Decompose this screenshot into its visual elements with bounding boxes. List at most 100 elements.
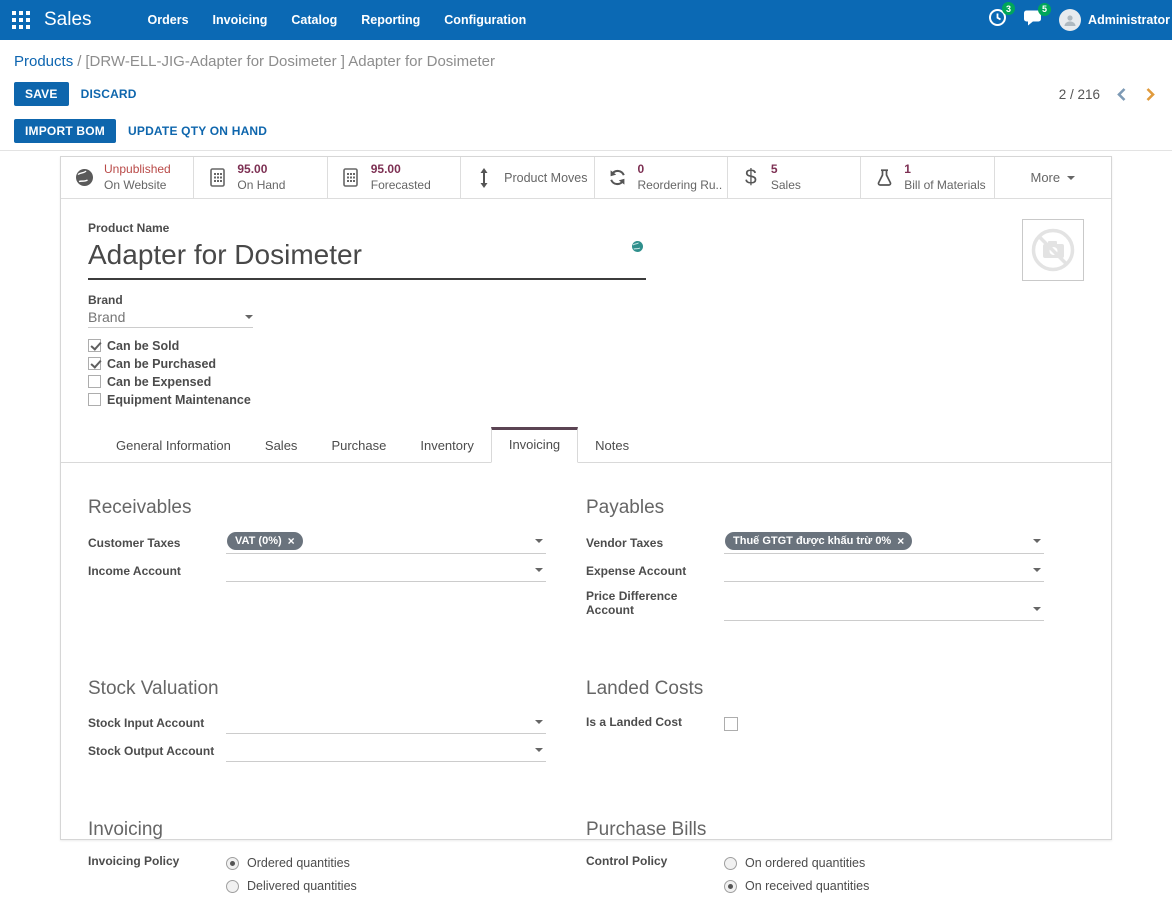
control-panel: Products / [DRW-ELL-JIG-Adapter for Dosime… <box>0 40 1172 151</box>
stock-input-account-field[interactable] <box>226 714 546 735</box>
invoicing-policy-label: Invoicing Policy <box>88 854 180 869</box>
landed-costs-group: Landed Costs Is a Landed Cost <box>586 678 1084 769</box>
menu-orders[interactable]: Orders <box>138 1 199 39</box>
stat-button-website[interactable]: Unpublished On Website <box>61 157 195 198</box>
app-name[interactable]: Sales <box>44 9 92 31</box>
stock-output-account-label: Stock Output Account <box>88 744 215 759</box>
discard-button[interactable]: DISCARD <box>69 82 149 106</box>
delivered-quantities-radio[interactable] <box>226 879 239 893</box>
customer-taxes-label: Customer Taxes <box>88 536 181 551</box>
can-be-sold-row: Can be Sold <box>88 339 1084 353</box>
pager-value[interactable]: 2 / 216 <box>1059 87 1100 102</box>
price-difference-account-field[interactable] <box>724 601 1044 622</box>
payables-group: Payables Vendor Taxes Thuế GTGT được khấ… <box>586 497 1084 628</box>
tab-invoicing[interactable]: Invoicing <box>490 426 579 463</box>
forecasted-label: Forecasted <box>370 177 431 192</box>
menu-invoicing[interactable]: Invoicing <box>203 1 278 39</box>
globe-icon <box>73 168 95 187</box>
delivered-quantities-option[interactable]: Delivered quantities <box>226 879 357 893</box>
bom-value: 1 <box>904 161 911 176</box>
brand-field[interactable] <box>88 308 253 328</box>
customer-taxes-field[interactable]: VAT (0%) × <box>226 531 546 555</box>
stat-button-forecasted[interactable]: 95.00 Forecasted <box>328 157 462 198</box>
flask-icon <box>873 168 895 187</box>
tab-purchase[interactable]: Purchase <box>314 429 403 463</box>
is-landed-cost-label: Is a Landed Cost <box>586 714 683 729</box>
tab-sales[interactable]: Sales <box>248 429 315 463</box>
landed-costs-title: Landed Costs <box>586 678 704 700</box>
import-bom-button[interactable]: IMPORT BOM <box>14 119 116 143</box>
on-hand-label: On Hand <box>237 177 286 192</box>
on-ordered-quantities-option[interactable]: On ordered quantities <box>724 856 869 870</box>
menu-catalog[interactable]: Catalog <box>281 1 347 39</box>
on-received-quantities-radio[interactable] <box>724 879 737 893</box>
more-label: More <box>1030 170 1061 185</box>
breadcrumb-products-link[interactable]: Products <box>14 53 73 70</box>
purchase-bills-group: Purchase Bills Control Policy On ordered… <box>586 819 1084 900</box>
product-moves-label: Product Moves <box>504 170 588 185</box>
expense-account-field[interactable] <box>724 562 1044 583</box>
stock-output-account-field[interactable] <box>226 742 546 763</box>
tab-notes[interactable]: Notes <box>578 429 646 463</box>
form-sheet: Unpublished On Website 95.00 On Hand 95.… <box>60 156 1112 893</box>
chevron-down-icon <box>535 748 543 753</box>
website-status: Unpublished <box>104 161 171 176</box>
can-be-purchased-checkbox[interactable] <box>88 357 101 371</box>
stat-button-bill-of-materials[interactable]: 1 Bill of Materials <box>861 157 995 198</box>
stat-button-reordering-rules[interactable]: 0 Reordering Ru... <box>595 157 728 198</box>
calculator-icon <box>206 168 228 187</box>
activity-badge: 3 <box>1002 2 1016 15</box>
vendor-taxes-field[interactable]: Thuế GTGT được khấu trừ 0% × <box>724 531 1044 555</box>
messages-icon[interactable]: 5 <box>1023 2 1052 32</box>
ordered-quantities-radio[interactable] <box>226 856 239 870</box>
income-account-field[interactable] <box>226 562 546 583</box>
reordering-rules-label: Reordering Ru... <box>637 177 723 192</box>
breadcrumb-separator: / <box>77 53 82 70</box>
tab-inventory[interactable]: Inventory <box>403 429 490 463</box>
stat-button-sales[interactable]: $ 5 Sales <box>728 157 862 198</box>
menu-reporting[interactable]: Reporting <box>351 1 430 39</box>
receivables-group: Receivables Customer Taxes VAT (0%) × In <box>88 497 566 628</box>
on-ordered-quantities-radio[interactable] <box>724 856 737 870</box>
stat-button-row: Unpublished On Website 95.00 On Hand 95.… <box>61 157 1111 199</box>
pager: 2 / 216 <box>1059 85 1158 104</box>
control-policy-label: Control Policy <box>586 854 668 869</box>
arrows-vertical-icon <box>473 167 495 188</box>
save-button[interactable]: SAVE <box>14 82 69 106</box>
chevron-down-icon <box>245 314 253 319</box>
more-button[interactable]: More <box>995 157 1111 198</box>
product-name-value[interactable]: Adapter for Dosimeter <box>88 239 646 271</box>
stat-button-product-moves[interactable]: Product Moves <box>461 157 595 198</box>
form-body: Product Name Adapter for Dosimeter Brand <box>61 199 1111 900</box>
tag-remove-icon[interactable]: × <box>288 535 295 547</box>
stat-button-on-hand[interactable]: 95.00 On Hand <box>194 157 328 198</box>
update-qty-on-hand-button[interactable]: UPDATE QTY ON HAND <box>116 119 279 143</box>
can-be-purchased-row: Can be Purchased <box>88 357 1084 371</box>
product-name-field[interactable]: Adapter for Dosimeter <box>88 237 646 280</box>
top-navbar: Sales Orders Invoicing Catalog Reporting… <box>0 0 1172 40</box>
product-image-placeholder[interactable] <box>1022 219 1084 281</box>
control-policy-options: On ordered quantities On received quanti… <box>724 854 869 893</box>
on-hand-value: 95.00 <box>237 161 268 176</box>
on-received-quantities-option[interactable]: On received quantities <box>724 879 869 893</box>
user-menu[interactable]: Administrator <box>1059 9 1170 31</box>
menu-configuration[interactable]: Configuration <box>434 1 536 39</box>
chevron-down-icon <box>535 568 543 573</box>
can-be-sold-checkbox[interactable] <box>88 339 101 353</box>
ordered-quantities-option[interactable]: Ordered quantities <box>226 856 357 870</box>
activity-clock-icon[interactable]: 3 <box>988 2 1016 32</box>
payables-title: Payables <box>586 496 665 518</box>
is-landed-cost-checkbox[interactable] <box>724 716 738 731</box>
avatar <box>1059 9 1082 31</box>
translate-globe-icon[interactable] <box>632 239 643 257</box>
tab-general-information[interactable]: General Information <box>99 429 248 463</box>
pager-next-icon[interactable] <box>1143 85 1158 104</box>
equipment-maintenance-checkbox[interactable] <box>88 393 101 407</box>
pager-previous-icon[interactable] <box>1114 85 1129 104</box>
tag-remove-icon[interactable]: × <box>897 535 904 547</box>
apps-grid-icon[interactable] <box>0 11 44 29</box>
brand-input[interactable] <box>88 308 218 325</box>
dollar-icon: $ <box>745 165 757 189</box>
can-be-expensed-checkbox[interactable] <box>88 375 101 389</box>
equipment-maintenance-label: Equipment Maintenance <box>107 392 251 407</box>
